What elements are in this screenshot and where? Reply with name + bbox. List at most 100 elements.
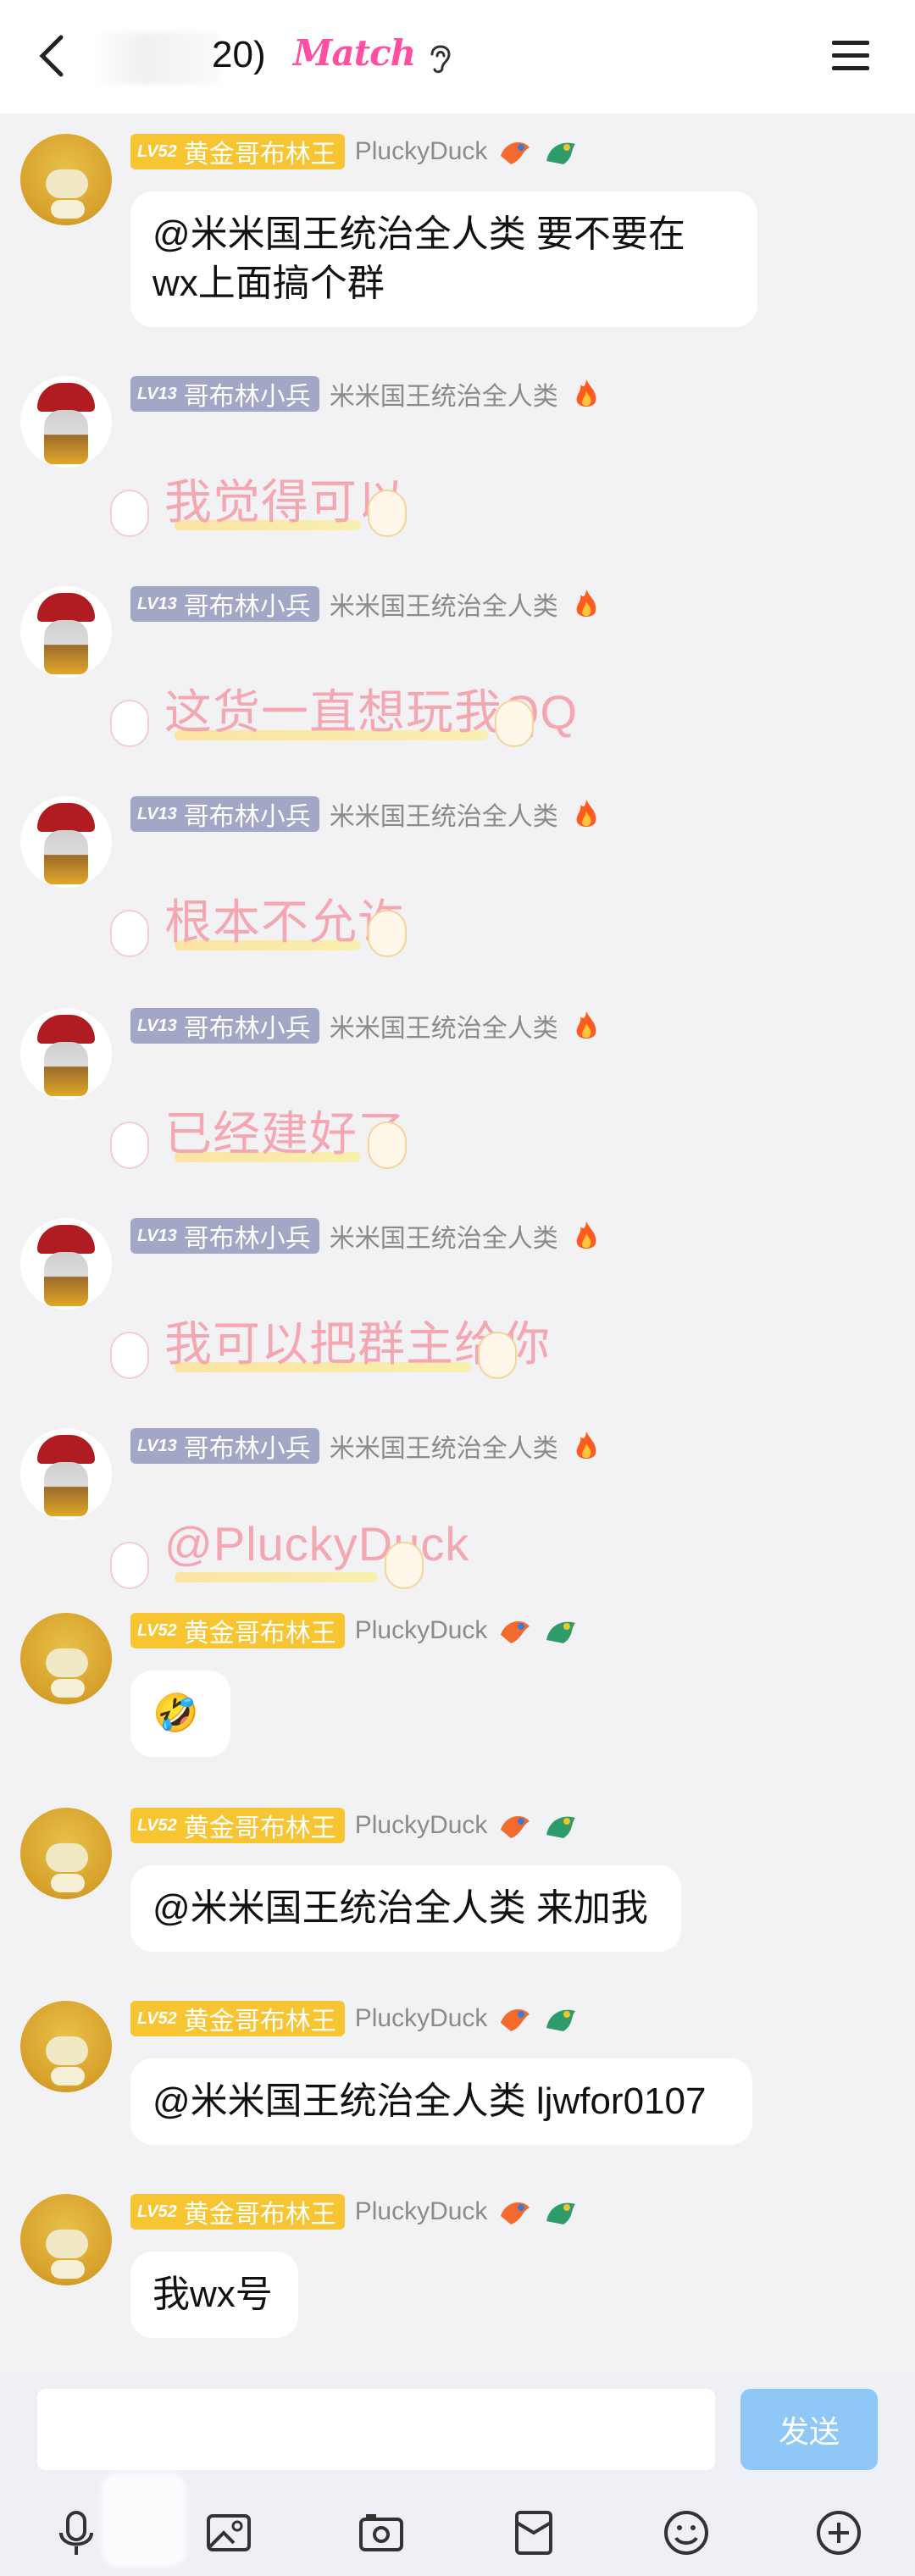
sender-nickname[interactable]: 米米国王统治全人类 xyxy=(330,1007,558,1044)
sticker-message[interactable]: 我可以把群主给你 xyxy=(110,1299,550,1393)
avatar[interactable] xyxy=(20,1008,112,1100)
rank-title: 黄金哥布林王 xyxy=(183,2008,336,2036)
avatar[interactable] xyxy=(20,1218,112,1310)
level-number: LV52 xyxy=(137,1620,177,1640)
sender-meta: LV13 哥布林小兵 米米国王统治全人类 xyxy=(130,1428,604,1464)
rank-title: 哥布林小兵 xyxy=(183,803,311,831)
composer-bar: 发送 xyxy=(0,2372,915,2576)
camera-icon[interactable] xyxy=(356,2507,407,2558)
bunny-sticker-icon xyxy=(110,1542,149,1589)
red-packet-icon[interactable] xyxy=(508,2507,559,2558)
fire-icon xyxy=(576,379,596,407)
message-text-line: @米米国王统治全人类 要不要在 xyxy=(152,213,685,255)
sticker-underline xyxy=(175,1572,378,1582)
dragon-badge-icon xyxy=(546,1621,576,1643)
level-badge: LV13 哥布林小兵 xyxy=(130,376,319,412)
level-badge: LV52 黄金哥布林王 xyxy=(130,1808,345,1843)
sticker-message[interactable]: 我觉得可以 xyxy=(110,457,415,551)
bunny-sticker-icon xyxy=(110,1122,149,1169)
sender-nickname[interactable]: PluckyDuck xyxy=(355,1616,488,1645)
rank-title: 黄金哥布林王 xyxy=(183,2201,336,2229)
level-number: LV13 xyxy=(137,804,177,823)
level-badge: LV52 黄金哥布林王 xyxy=(130,2001,345,2036)
cat-sticker-icon xyxy=(368,490,407,537)
level-badge: LV52 黄金哥布林王 xyxy=(130,2194,345,2230)
level-badge: LV13 哥布林小兵 xyxy=(130,1428,319,1464)
bird-badge-icon xyxy=(501,2202,530,2224)
chat-header: 20) Match xyxy=(0,0,915,114)
message-bubble[interactable]: @米米国王统治全人类 ljwfor0107 xyxy=(130,2058,752,2145)
bird-badge-icon xyxy=(501,2009,530,2031)
fire-icon xyxy=(576,1011,596,1039)
avatar[interactable] xyxy=(20,586,112,678)
sender-meta: LV52 黄金哥布林王 PluckyDuck xyxy=(130,1613,579,1648)
message-bubble[interactable]: 🤣 xyxy=(130,1670,230,1757)
emoji-icon[interactable] xyxy=(661,2507,712,2558)
sender-nickname[interactable]: 米米国王统治全人类 xyxy=(330,795,558,833)
fire-icon xyxy=(576,800,596,827)
level-badge: LV13 哥布林小兵 xyxy=(130,1218,319,1254)
level-number: LV52 xyxy=(137,2202,177,2221)
sticker-message[interactable]: 根本不允许 xyxy=(110,878,415,971)
level-number: LV13 xyxy=(137,1226,177,1245)
menu-icon[interactable] xyxy=(829,36,873,76)
avatar[interactable] xyxy=(20,1808,112,1899)
microphone-icon[interactable] xyxy=(51,2507,102,2558)
avatar[interactable] xyxy=(20,2194,112,2285)
plus-icon[interactable] xyxy=(813,2507,864,2558)
sender-nickname[interactable]: PluckyDuck xyxy=(355,137,488,166)
send-button[interactable]: 发送 xyxy=(740,2389,878,2470)
sticker-message[interactable]: @PluckyDuck xyxy=(110,1510,469,1603)
sticker-message[interactable]: 已经建好了 xyxy=(110,1089,415,1183)
avatar[interactable] xyxy=(20,134,112,225)
message-text-line: @米米国王统治全人类 ljwfor0107 xyxy=(152,2080,707,2122)
avatar[interactable] xyxy=(20,796,112,888)
message-bubble[interactable]: @米米国王统治全人类 要不要在 wx上面搞个群 xyxy=(130,191,757,327)
rank-title: 哥布林小兵 xyxy=(183,1225,311,1253)
sender-nickname[interactable]: PluckyDuck xyxy=(355,2004,488,2033)
sender-nickname[interactable]: 米米国王统治全人类 xyxy=(330,585,558,623)
avatar[interactable] xyxy=(20,2001,112,2092)
image-icon[interactable] xyxy=(203,2507,254,2558)
sender-nickname[interactable]: PluckyDuck xyxy=(355,1811,488,1840)
ear-icon[interactable] xyxy=(424,39,458,76)
level-number: LV52 xyxy=(137,141,177,161)
cat-sticker-icon xyxy=(385,1542,424,1589)
sender-meta: LV52 黄金哥布林王 PluckyDuck xyxy=(130,1808,579,1843)
cat-sticker-icon xyxy=(368,910,407,957)
sender-meta: LV13 哥布林小兵 米米国王统治全人类 xyxy=(130,1008,604,1044)
rank-title: 哥布林小兵 xyxy=(183,383,311,411)
dragon-badge-icon xyxy=(546,2202,576,2224)
level-number: LV52 xyxy=(137,1815,177,1835)
level-number: LV13 xyxy=(137,594,177,613)
avatar[interactable] xyxy=(20,1428,112,1520)
message-text-line: 我wx号 xyxy=(152,2274,273,2315)
level-number: LV52 xyxy=(137,2008,177,2028)
rank-title: 哥布林小兵 xyxy=(183,1015,311,1043)
member-count: 20) xyxy=(212,34,266,75)
rank-title: 哥布林小兵 xyxy=(183,593,311,621)
sticker-message[interactable]: 这货一直想玩我QQ xyxy=(110,668,577,761)
sender-nickname[interactable]: PluckyDuck xyxy=(355,2197,488,2226)
sender-meta: LV13 哥布林小兵 米米国王统治全人类 xyxy=(130,1218,604,1254)
message-input[interactable] xyxy=(37,2389,715,2470)
level-number: LV13 xyxy=(137,1016,177,1035)
avatar[interactable] xyxy=(20,1613,112,1704)
level-badge: LV52 黄金哥布林王 xyxy=(130,1613,345,1648)
back-arrow-icon[interactable] xyxy=(29,30,80,81)
bird-badge-icon xyxy=(501,1621,530,1643)
sticker-text: @PluckyDuck xyxy=(164,1517,470,1571)
message-bubble[interactable]: 我wx号 xyxy=(130,2252,298,2338)
match-badge: Match xyxy=(293,32,416,74)
rank-title: 哥布林小兵 xyxy=(183,1435,311,1463)
sender-nickname[interactable]: 米米国王统治全人类 xyxy=(330,375,558,413)
rank-title: 黄金哥布林王 xyxy=(183,1814,336,1842)
level-badge: LV13 哥布林小兵 xyxy=(130,586,319,622)
message-bubble[interactable]: @米米国王统治全人类 来加我 xyxy=(130,1865,681,1952)
sender-meta: LV13 哥布林小兵 米米国王统治全人类 xyxy=(130,376,604,412)
cat-sticker-icon xyxy=(368,1122,407,1169)
rank-title: 黄金哥布林王 xyxy=(183,141,336,169)
sender-nickname[interactable]: 米米国王统治全人类 xyxy=(330,1427,558,1465)
avatar[interactable] xyxy=(20,376,112,468)
sender-nickname[interactable]: 米米国王统治全人类 xyxy=(330,1217,558,1255)
